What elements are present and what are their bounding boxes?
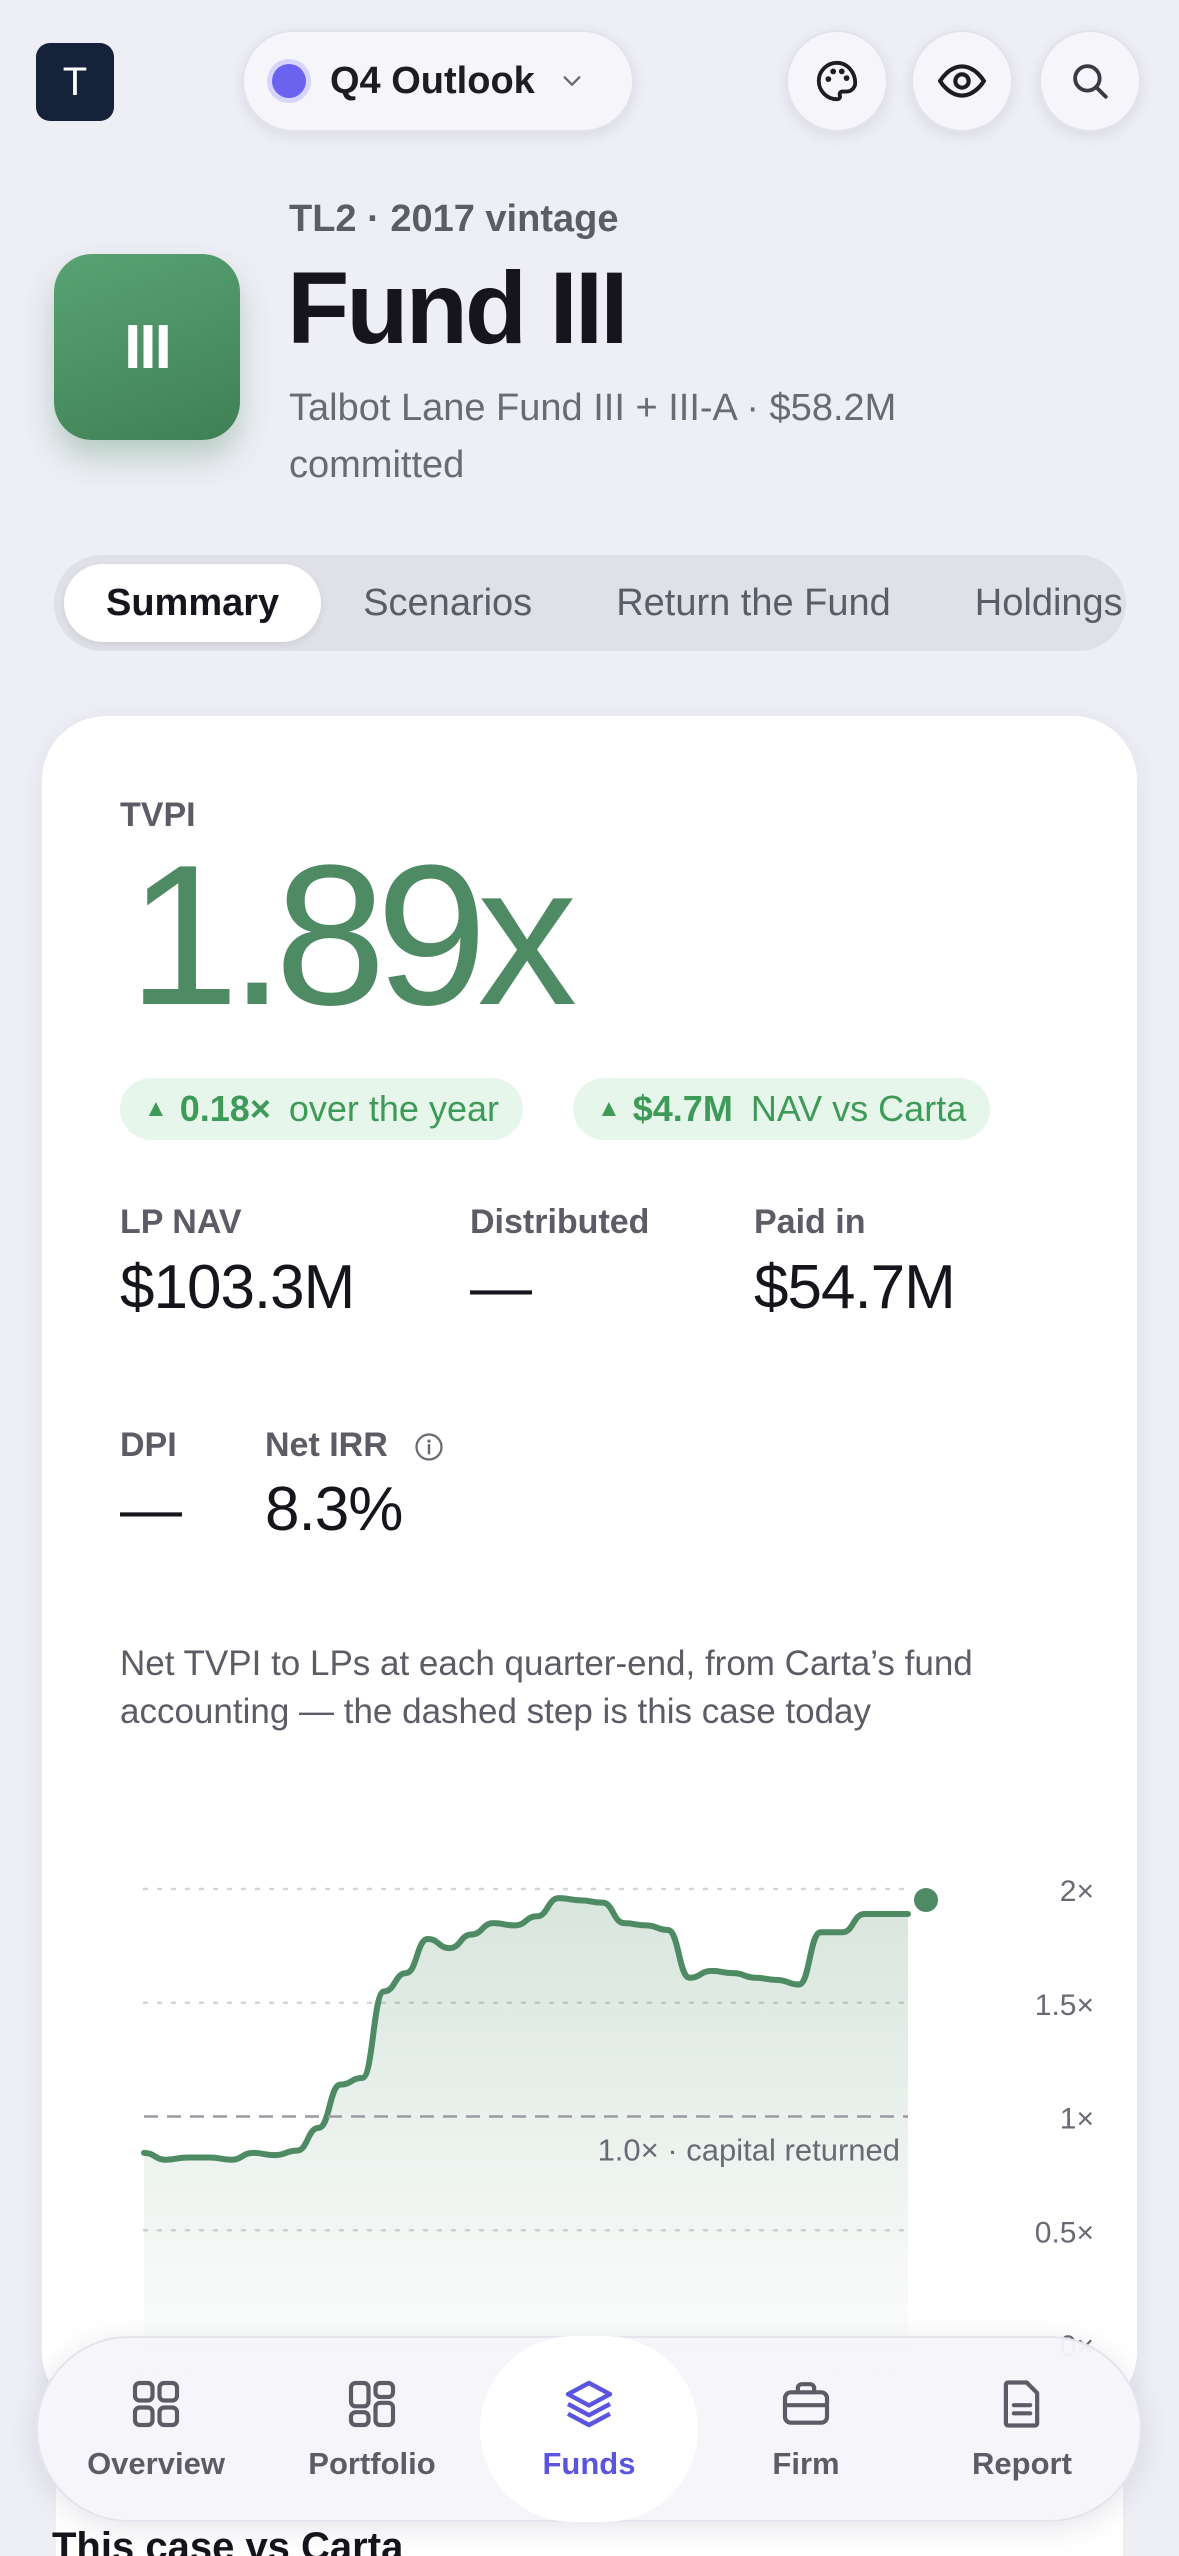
grid-icon [132,2380,180,2428]
fund-logo-text: III [124,312,172,382]
nav-funds[interactable]: Funds [480,2336,698,2522]
up-triangle-icon: ▲ [597,1095,621,1122]
scenario-label: Q4 Outlook [330,59,535,102]
scenario-selector[interactable]: Q4 Outlook [242,30,634,132]
chevron-down-icon [563,76,581,86]
scenario-color-dot [272,64,306,98]
fund-subtitle: Talbot Lane Fund III + III-A · $58.2M co… [289,387,897,486]
badge-text: over the year [288,1088,499,1129]
paid-in-label: Paid in [754,1203,866,1241]
comparison-card-title: This case vs Carta [52,2525,404,2556]
nav-vs-carta-badge: ▲ $4.7M NAV vs Carta [573,1078,991,1140]
net-irr-label: Net IRR [265,1426,388,1464]
paid-in-value: $54.7M [754,1253,956,1322]
lp-nav-label: LP NAV [120,1203,242,1241]
eye-icon [937,64,987,98]
y-tick-label: 1× [1060,2103,1094,2136]
y-tick-label: 0.5× [1035,2216,1094,2249]
fund-eyebrow: TL2 · 2017 vintage [289,198,619,240]
dpi-label: DPI [120,1426,177,1464]
distributed-label: Distributed [470,1203,650,1241]
nav-report[interactable]: Report [922,2336,1122,2522]
summary-card: TVPI 1.89x ▲ 0.18× over the year ▲ $4.7M… [42,716,1137,2416]
badge-value: $4.7M [632,1088,733,1129]
tab-scenarios[interactable]: Scenarios [321,564,574,642]
info-icon[interactable] [414,1432,444,1462]
tab-return-the-fund[interactable]: Return the Fund [574,564,933,642]
tvpi-chart: 0×0.5×1×1.5×2×1.0× · capital returned201… [132,1875,1094,2376]
up-triangle-icon: ▲ [144,1095,168,1122]
chart-caption: Net TVPI to LPs at each quarter-end, fro… [120,1644,973,1731]
briefcase-icon [782,2382,830,2425]
capital-returned-label: 1.0× · capital returned [598,2133,900,2168]
net-irr-value: 8.3% [265,1475,403,1544]
avatar-initial: T [62,59,88,104]
tvpi-value: 1.89x [128,824,577,1047]
bottom-nav: Overview Portfolio Funds Firm Report [36,2336,1142,2522]
current-tvpi-marker [914,1888,938,1913]
y-tick-label: 1.5× [1035,1989,1094,2022]
tvpi-area [144,1898,908,2344]
search-button[interactable] [1039,30,1141,132]
palette-icon [816,60,858,102]
nav-label: Funds [542,2446,636,2481]
badge-text: NAV vs Carta [750,1088,967,1129]
badge-value: 0.18× [179,1088,271,1129]
tvpi-change-badge: ▲ 0.18× over the year [120,1078,523,1140]
nav-label: Overview [87,2446,225,2481]
nav-label: Report [972,2446,1072,2481]
fund-tabs: Summary Scenarios Return the Fund Holdin… [54,555,1126,651]
lp-nav-value: $103.3M [120,1253,355,1322]
visibility-button[interactable] [911,30,1013,132]
layers-icon [565,2380,613,2428]
nav-firm[interactable]: Firm [706,2336,906,2522]
tab-summary[interactable]: Summary [64,564,322,642]
distributed-value: — [470,1253,532,1322]
user-avatar[interactable]: T [36,43,114,121]
portfolio-icon [348,2380,396,2428]
y-tick-label: 2× [1060,1875,1094,1908]
dpi-value: — [120,1475,182,1544]
nav-portfolio[interactable]: Portfolio [272,2336,472,2522]
document-icon [1003,2380,1040,2428]
nav-label: Portfolio [308,2446,436,2481]
nav-overview[interactable]: Overview [56,2336,256,2522]
theme-button[interactable] [786,30,888,132]
fund-logo: III [54,254,240,440]
nav-label: Firm [772,2446,840,2481]
tab-holdings[interactable]: Holdings [933,564,1126,642]
fund-title: Fund III [287,251,629,365]
search-icon [1073,64,1108,99]
